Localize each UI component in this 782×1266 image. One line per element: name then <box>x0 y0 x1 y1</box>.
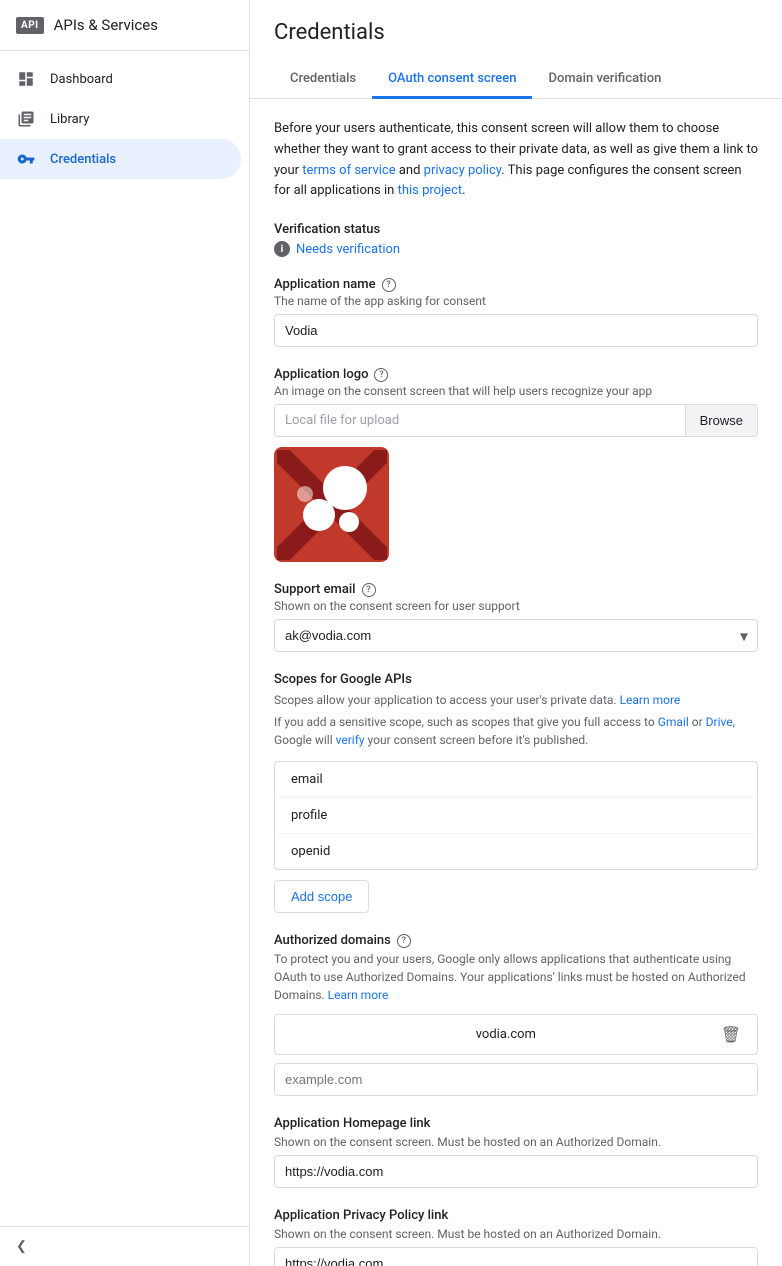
authorized-domains-learn-more-link[interactable]: Learn more <box>328 988 389 1002</box>
info-icon: i <box>274 241 290 257</box>
file-upload-row: Local file for upload Browse <box>274 404 758 437</box>
scopes-desc: Scopes allow your application to access … <box>274 691 758 709</box>
file-upload-placeholder: Local file for upload <box>275 405 685 436</box>
privacy-link-label: Application Privacy Policy link <box>274 1208 758 1223</box>
page-header: Credentials Credentials OAuth consent sc… <box>250 0 782 99</box>
app-logo-help-icon[interactable]: ? <box>374 368 388 382</box>
scope-row-profile: profile <box>275 798 757 834</box>
sidebar-item-credentials[interactable]: Credentials <box>0 139 241 179</box>
privacy-link[interactable]: privacy policy <box>424 163 502 178</box>
tab-credentials[interactable]: Credentials <box>274 61 372 99</box>
homepage-link-group: Application Homepage link Shown on the c… <box>274 1116 758 1188</box>
support-email-desc: Shown on the consent screen for user sup… <box>274 599 758 613</box>
dashboard-icon <box>16 69 36 89</box>
homepage-link-label: Application Homepage link <box>274 1116 758 1131</box>
app-logo-label: Application logo ? <box>274 367 758 382</box>
app-logo-desc: An image on the consent screen that will… <box>274 384 758 398</box>
tab-oauth[interactable]: OAuth consent screen <box>372 61 532 99</box>
scope-table: email profile openid <box>274 761 758 870</box>
page-title: Credentials <box>274 20 758 45</box>
domain-name-vodia: vodia.com <box>291 1027 721 1042</box>
app-name-input[interactable] <box>274 314 758 347</box>
support-email-select[interactable]: ak@vodia.com <box>274 619 758 652</box>
privacy-link-input[interactable] <box>274 1247 758 1266</box>
domain-row-vodia: vodia.com 🗑 <box>274 1014 758 1055</box>
verify-link[interactable]: verify <box>336 733 365 747</box>
browse-button[interactable]: Browse <box>685 405 757 436</box>
scope-email-label: email <box>291 772 323 787</box>
add-domain-input[interactable] <box>274 1063 758 1096</box>
support-email-help-icon[interactable]: ? <box>362 583 376 597</box>
project-link[interactable]: this project <box>398 183 463 198</box>
homepage-link-desc: Shown on the consent screen. Must be hos… <box>274 1135 758 1149</box>
authorized-domains-help-icon[interactable]: ? <box>397 934 411 948</box>
main-content: Credentials Credentials OAuth consent sc… <box>250 0 782 1266</box>
sidebar-header-title: APIs & Services <box>54 16 158 34</box>
scope-row-openid: openid <box>275 834 757 869</box>
gmail-link[interactable]: Gmail <box>658 715 689 729</box>
app-name-label: Application name ? <box>274 277 758 292</box>
logo-preview <box>274 447 389 562</box>
sidebar-item-library-label: Library <box>50 112 89 127</box>
support-email-label: Support email ? <box>274 582 758 597</box>
scope-row-email: email <box>275 762 757 798</box>
key-icon <box>16 149 36 169</box>
verification-row: i Needs verification <box>274 241 758 257</box>
scopes-section: Scopes for Google APIs Scopes allow your… <box>274 672 758 913</box>
support-email-select-wrapper: ak@vodia.com ▾ <box>274 619 758 652</box>
support-email-group: Support email ? Shown on the consent scr… <box>274 582 758 652</box>
sidebar-item-library[interactable]: Library <box>0 99 241 139</box>
sidebar-item-dashboard-label: Dashboard <box>50 72 113 87</box>
tabs: Credentials OAuth consent screen Domain … <box>274 61 758 98</box>
app-name-group: Application name ? The name of the app a… <box>274 277 758 347</box>
sidebar: API APIs & Services Dashboard Library <box>0 0 250 1266</box>
verification-status-label: Verification status <box>274 222 758 237</box>
sidebar-nav: Dashboard Library Credentials <box>0 51 249 179</box>
drive-link[interactable]: Drive <box>706 715 733 729</box>
sidebar-footer: ❮ <box>0 1226 249 1266</box>
api-icon: API <box>16 17 44 34</box>
homepage-link-input[interactable] <box>274 1155 758 1188</box>
library-icon <box>16 109 36 129</box>
delete-domain-icon[interactable]: 🗑 <box>721 1025 741 1044</box>
app-name-desc: The name of the app asking for consent <box>274 294 758 308</box>
privacy-link-desc: Shown on the consent screen. Must be hos… <box>274 1227 758 1241</box>
verification-status-value: Needs verification <box>296 242 400 257</box>
tab-domain[interactable]: Domain verification <box>532 61 677 99</box>
app-logo-group: Application logo ? An image on the conse… <box>274 367 758 562</box>
authorized-domains-desc: To protect you and your users, Google on… <box>274 950 758 1004</box>
tos-link[interactable]: terms of service <box>302 163 395 178</box>
scopes-label: Scopes for Google APIs <box>274 672 758 687</box>
verification-status-section: Verification status i Needs verification <box>274 222 758 257</box>
authorized-domains-section: Authorized domains ? To protect you and … <box>274 933 758 1096</box>
scope-openid-label: openid <box>291 844 330 859</box>
collapse-button[interactable]: ❮ <box>16 1239 233 1254</box>
collapse-chevron-icon: ❮ <box>16 1239 27 1254</box>
scopes-warning: If you add a sensitive scope, such as sc… <box>274 713 758 749</box>
authorized-domains-label: Authorized domains ? <box>274 933 758 948</box>
scope-profile-label: profile <box>291 808 327 823</box>
sidebar-item-dashboard[interactable]: Dashboard <box>0 59 241 99</box>
app-name-help-icon[interactable]: ? <box>382 278 396 292</box>
privacy-link-group: Application Privacy Policy link Shown on… <box>274 1208 758 1266</box>
sidebar-header: API APIs & Services <box>0 0 249 51</box>
content-area: Before your users authenticate, this con… <box>250 99 782 1266</box>
scopes-learn-more-link[interactable]: Learn more <box>620 693 681 707</box>
add-scope-button[interactable]: Add scope <box>274 880 369 913</box>
sidebar-item-credentials-label: Credentials <box>50 152 116 167</box>
intro-text: Before your users authenticate, this con… <box>274 119 758 202</box>
